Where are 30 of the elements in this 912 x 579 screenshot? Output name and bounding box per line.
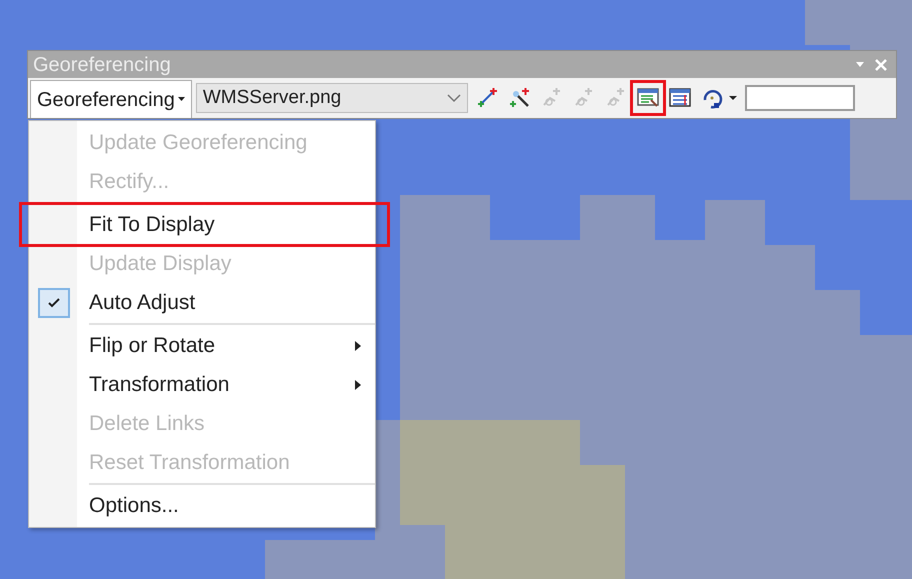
menu-item[interactable]: Fit To Display — [22, 205, 387, 244]
table-icon — [668, 86, 692, 110]
layer-dropdown[interactable]: WMSServer.png — [196, 83, 468, 113]
menu-item[interactable]: Flip or Rotate — [29, 326, 375, 365]
caret-icon — [178, 97, 185, 102]
submenu-arrow-icon — [355, 340, 361, 350]
menu-item-label: Rectify... — [89, 168, 170, 195]
chevron-down-icon — [446, 94, 461, 102]
menu-item-label: Transformation — [89, 372, 230, 398]
caret-icon[interactable] — [728, 96, 737, 100]
menu-item[interactable]: Options... — [29, 486, 375, 525]
window-title: Georeferencing — [33, 54, 171, 74]
check-icon — [48, 298, 60, 308]
magic-wand-icon — [508, 86, 532, 110]
add-points-icon — [476, 86, 500, 110]
menu-item-label: Reset Transformation — [89, 450, 291, 476]
menu-item-label: Update Display — [89, 250, 232, 277]
menu-item-label: Fit To Display — [89, 212, 216, 238]
scale-field[interactable] — [744, 85, 855, 111]
menu-item[interactable]: Transformation — [29, 365, 375, 404]
georeferencing-menu-button[interactable]: Georeferencing — [30, 80, 192, 118]
menu-item-label: Auto Adjust — [89, 290, 196, 316]
menu-item[interactable]: Auto Adjust — [29, 283, 375, 326]
menu-item-label: Update Georeferencing — [89, 130, 308, 156]
menu-item-label: Options... — [89, 492, 180, 519]
tool-button[interactable] — [632, 83, 663, 113]
submenu-arrow-icon — [355, 380, 361, 390]
menu-item-label: Flip or Rotate — [89, 332, 216, 359]
layer-dropdown-value: WMSServer.png — [202, 86, 342, 110]
menu-item-label: Delete Links — [89, 410, 206, 437]
